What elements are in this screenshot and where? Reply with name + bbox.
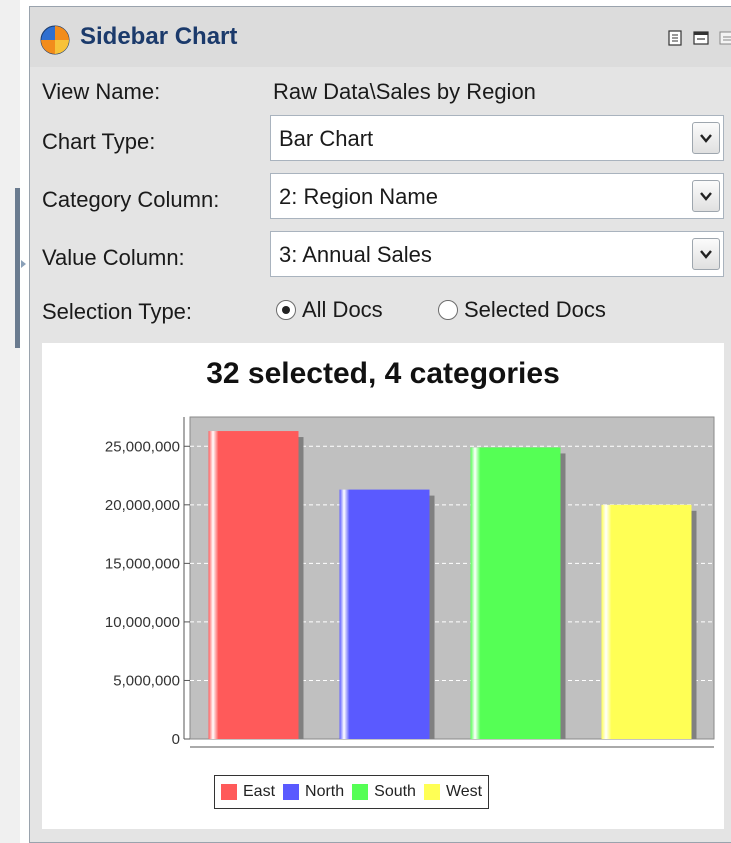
chart-type-label: Chart Type: (42, 129, 156, 154)
bar-south (470, 447, 561, 739)
legend-label: East (243, 783, 276, 800)
legend-item-east: East (221, 783, 275, 801)
value-column-label: Value Column: (42, 245, 185, 270)
y-tick-label: 25,000,000 (105, 438, 180, 455)
radio-all-docs[interactable]: All Docs (276, 297, 383, 323)
bar-west (601, 504, 692, 739)
sidebar-chart-panel: Sidebar Chart View Name: Raw Data\Sales … (29, 6, 731, 843)
legend-item-north: North (283, 783, 344, 801)
view-name-label: View Name: (42, 79, 161, 104)
bar-chart: 0 5,000,000 10,000,000 15,000,000 20,000,000… (105, 416, 715, 748)
legend-swatch (423, 784, 440, 800)
legend-swatch (352, 784, 369, 800)
legend-swatch (221, 784, 237, 800)
chevron-down-icon (700, 134, 712, 143)
y-tick-label: 20,000,000 (105, 497, 180, 514)
chart-type-select[interactable]: Bar Chart (270, 115, 724, 161)
bar-north (339, 489, 430, 739)
panel-title: Sidebar Chart (80, 23, 238, 50)
category-column-value: 2: Region Name (279, 184, 438, 209)
y-tick-label: 0 (172, 731, 180, 748)
view-name-value: Raw Data\Sales by Region (273, 79, 536, 104)
radio-all-docs-label: All Docs (302, 297, 383, 322)
y-tick-label: 10,000,000 (105, 614, 180, 631)
value-column-value: 3: Annual Sales (279, 242, 432, 267)
pie-chart-icon (40, 25, 70, 55)
chevron-down-icon (700, 250, 712, 259)
legend-label: South (374, 783, 416, 800)
legend-item-west: West (423, 783, 483, 801)
chevron-down-icon (700, 192, 712, 201)
panel-header: Sidebar Chart (30, 7, 731, 67)
legend-label: North (305, 783, 345, 800)
window-icon[interactable] (692, 29, 710, 47)
legend-label: West (445, 783, 483, 800)
value-column-dropdown-button[interactable] (692, 238, 720, 270)
y-tick-label: 15,000,000 (105, 555, 180, 572)
category-column-label: Category Column: (42, 187, 220, 212)
chart-legend: East North South West (214, 775, 490, 809)
dock-grip-handle[interactable] (15, 188, 20, 348)
chart-type-dropdown-button[interactable] (692, 122, 720, 154)
radio-button-unchecked[interactable] (438, 300, 458, 320)
radio-selected-docs-label: Selected Docs (464, 297, 606, 322)
radio-button-checked[interactable] (276, 300, 296, 320)
expand-arrow-icon[interactable] (21, 260, 26, 268)
left-dock-strip (0, 0, 26, 843)
selection-type-label: Selection Type: (42, 299, 193, 324)
legend-item-south: South (352, 783, 416, 801)
minimize-icon[interactable] (718, 29, 731, 47)
legend-swatch (283, 784, 300, 800)
y-tick-label: 5,000,000 (113, 672, 180, 689)
category-column-dropdown-button[interactable] (692, 180, 720, 212)
radio-selected-docs[interactable]: Selected Docs (438, 297, 606, 323)
category-column-select[interactable]: 2: Region Name (270, 173, 724, 219)
value-column-select[interactable]: 3: Annual Sales (270, 231, 724, 277)
document-icon[interactable] (666, 29, 684, 47)
bar-east (208, 431, 299, 739)
chart-area: 32 selected, 4 categories 0 5,000,000 10,0… (42, 343, 724, 829)
chart-type-value: Bar Chart (279, 126, 374, 151)
